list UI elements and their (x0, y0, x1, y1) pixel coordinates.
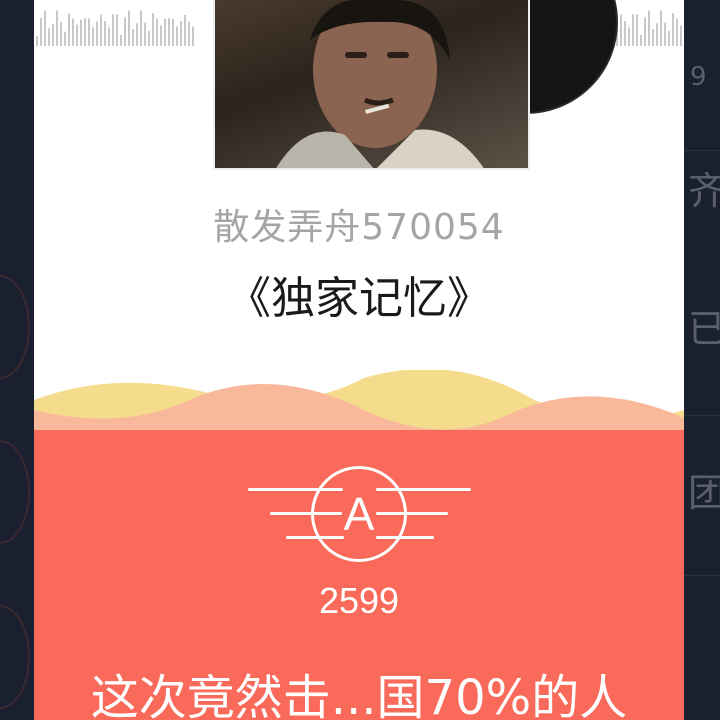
audio-wave-bar (132, 29, 134, 46)
background-text: 已 (688, 307, 720, 351)
audio-wave-bar (152, 13, 154, 46)
background-ring (0, 605, 30, 709)
audio-wave-bar (64, 31, 66, 46)
audio-wave-bar (44, 10, 46, 46)
background-divider (684, 575, 720, 576)
audio-wave-bar (84, 18, 86, 46)
audio-wave-bar (52, 24, 54, 46)
audio-wave-bar (68, 13, 70, 46)
audio-wave-bar (668, 30, 670, 46)
background-ring (0, 440, 30, 544)
audio-wave-bar (80, 19, 82, 46)
audio-wave-bar (664, 22, 666, 46)
audio-wave-bar (184, 14, 186, 46)
audio-wave-bar (40, 17, 42, 46)
audio-wave-bar (188, 21, 190, 46)
audio-wave-bar (632, 14, 634, 46)
audio-wave-bar (120, 35, 122, 46)
audio-wave-bar (108, 27, 110, 46)
audio-wave-bar (156, 18, 158, 46)
background-text: 9 (690, 62, 707, 92)
audio-wave-bar (96, 21, 98, 46)
audio-wave-bar (116, 14, 118, 46)
audio-wave-bar (56, 10, 58, 46)
album-cover-image (213, 0, 530, 170)
audio-wave-bar (620, 14, 622, 46)
audio-wave-bar (644, 17, 646, 46)
score-value: 2599 (318, 580, 400, 621)
audio-wave-bar (656, 23, 658, 46)
grade-letter: A (343, 488, 375, 540)
audio-wave-bar (100, 14, 102, 46)
audio-wave-bar (168, 18, 170, 46)
audio-wave-bar (76, 24, 78, 46)
audio-wave-bar (148, 30, 150, 46)
audio-wave-bar (140, 10, 142, 46)
audio-wave-bar (192, 26, 194, 46)
background-divider (684, 415, 720, 416)
audio-wave-bar (680, 25, 682, 46)
audio-wave-bar (48, 28, 50, 46)
audio-wave-bar (164, 18, 166, 46)
background-ring (0, 275, 30, 379)
audio-wave-bar (136, 23, 138, 46)
audio-wave-bar (36, 36, 38, 46)
artist-name: 散发弄舟570054 (213, 207, 505, 248)
audio-wave-bar (124, 17, 126, 46)
grade-badge-icon: A (311, 466, 407, 562)
audio-wave-bar (672, 13, 674, 46)
audio-wave-bar (112, 14, 114, 46)
background-left-panel (0, 0, 34, 720)
audio-wave-bar (660, 10, 662, 46)
audio-wave-bar (144, 22, 146, 46)
audio-wave-icon (36, 10, 194, 46)
audio-wave-bar (652, 29, 654, 46)
audio-wave-bar (128, 10, 130, 46)
audio-wave-bar (676, 18, 678, 46)
background-text: 团 (688, 471, 720, 515)
audio-wave-bar (176, 26, 178, 46)
audio-wave-bar (180, 21, 182, 46)
audio-wave-bar (648, 10, 650, 46)
background-divider (684, 150, 720, 151)
audio-wave-bar (636, 14, 638, 46)
audio-wave-bar (92, 27, 94, 46)
audio-wave-bar (72, 18, 74, 46)
result-summary: 这次竟然击...国70%的人 (90, 670, 628, 720)
audio-wave-bar (160, 25, 162, 46)
background-text: 齐 (688, 169, 720, 213)
song-title: 《独家记忆》 (227, 273, 491, 324)
audio-wave-bar (88, 18, 90, 46)
song-result-card: 散发弄舟570054 《独家记忆》 A 2599 这次竟然击...国70%的人 (34, 0, 684, 720)
audio-wave-bar (60, 22, 62, 46)
audio-wave-bar (640, 35, 642, 46)
audio-wave-bar (172, 18, 174, 46)
background-right-panel: 9 齐 已 团 (684, 0, 720, 720)
audio-wave-bar (624, 20, 626, 46)
audio-wave-bar (628, 27, 630, 46)
audio-wave-bar (104, 20, 106, 46)
